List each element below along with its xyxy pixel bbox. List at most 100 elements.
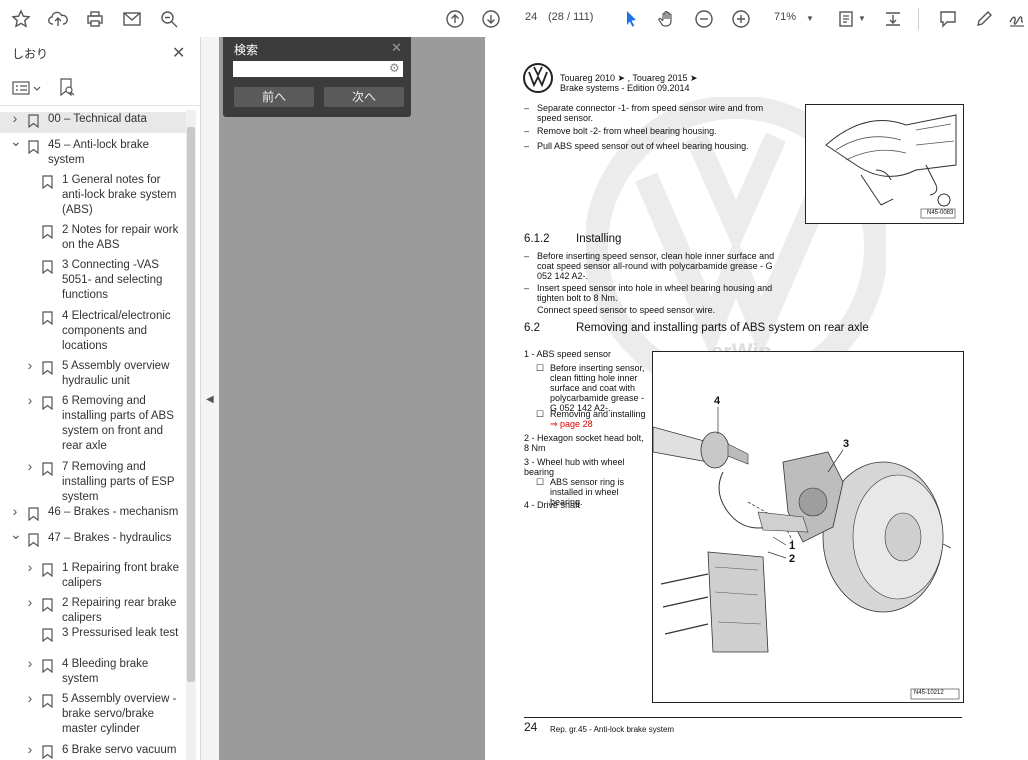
- chevron-right-icon[interactable]: ›: [25, 459, 35, 474]
- step-text: Separate connector -1- from speed sensor…: [537, 103, 764, 123]
- find-bookmark-icon[interactable]: [58, 78, 76, 103]
- step-text: Connect speed sensor to speed sensor wir…: [537, 305, 716, 315]
- figure-id: N45-10212: [914, 690, 944, 696]
- part-note: Before inserting sensor, clean fitting h…: [550, 363, 645, 413]
- chevron-right-icon[interactable]: ›: [10, 504, 20, 519]
- figure-id: N45-0083: [927, 210, 954, 216]
- zoom-level[interactable]: 71%: [774, 11, 796, 23]
- save-to-tray-icon[interactable]: [882, 8, 904, 30]
- bookmark-label: 2 Repairing rear brake calipers: [62, 597, 177, 624]
- page-display-icon[interactable]: [835, 8, 857, 30]
- upload-cloud-icon[interactable]: [47, 8, 69, 30]
- chevron-right-icon[interactable]: ›: [25, 742, 35, 757]
- bookmark-label: 7 Removing and installing parts of ESP s…: [62, 461, 175, 503]
- chevron-down-icon[interactable]: ⌄: [10, 134, 22, 149]
- section-title: Installing: [576, 233, 622, 245]
- zoom-out-icon[interactable]: [693, 8, 715, 30]
- bookmark-icon: [42, 175, 53, 194]
- previous-page-icon[interactable]: [444, 8, 466, 30]
- document-page: erWin Touareg 2010 ➤ , Touareg 2015 ➤ Br…: [486, 37, 1028, 760]
- step-text: Pull ABS speed sensor out of wheel beari…: [537, 141, 749, 151]
- doc-header-models: Touareg 2010 ➤ , Touareg 2015 ➤: [560, 73, 698, 83]
- bookmark-item[interactable]: › 6 Removing and installing parts of ABS …: [0, 393, 186, 460]
- select-cursor-icon[interactable]: [620, 8, 642, 30]
- star-icon[interactable]: [10, 8, 32, 30]
- page-number-field[interactable]: 24: [525, 11, 537, 23]
- signature-icon[interactable]: [1006, 8, 1028, 30]
- toolbar-divider: [918, 8, 919, 30]
- bookmark-icon: [42, 628, 53, 647]
- previous-result-button[interactable]: 前へ: [234, 87, 314, 107]
- vw-logo-icon: [523, 63, 553, 93]
- bookmark-item[interactable]: 3 Connecting -VAS 5051- and selecting fu…: [0, 258, 186, 309]
- bookmark-item[interactable]: › 00 – Technical data: [0, 111, 186, 133]
- chevron-right-icon[interactable]: ›: [25, 656, 35, 671]
- chevron-down-icon[interactable]: ▼: [806, 14, 814, 23]
- bookmark-icon: [42, 598, 53, 617]
- chevron-right-icon[interactable]: ›: [25, 358, 35, 373]
- gear-icon[interactable]: ⚙: [389, 61, 400, 75]
- bookmark-item[interactable]: 1 General notes for anti-lock brake syst…: [0, 173, 186, 224]
- page-count: (28 / 111): [548, 11, 594, 23]
- footer-page-number: 24: [524, 720, 538, 734]
- search-panel: 検索 ✕ ⚙ 前へ 次へ: [223, 37, 411, 117]
- close-icon[interactable]: ✕: [172, 43, 185, 63]
- bookmark-item[interactable]: › 5 Assembly overview hydraulic unit: [0, 358, 186, 395]
- next-result-button[interactable]: 次へ: [324, 87, 404, 107]
- bookmark-icon: [42, 462, 53, 481]
- part-item: 3 - Wheel hub with wheel bearing: [524, 457, 625, 477]
- chevron-left-icon[interactable]: ◀: [206, 394, 214, 405]
- bookmark-icon: [28, 533, 39, 552]
- section-number: 6.1.2: [524, 233, 550, 245]
- bookmark-label: 00 – Technical data: [48, 113, 147, 125]
- bookmark-item[interactable]: › 46 – Brakes - mechanism: [0, 504, 186, 526]
- chevron-right-icon[interactable]: ›: [25, 595, 35, 610]
- zoom-search-icon[interactable]: [158, 8, 180, 30]
- page-link[interactable]: ⇒ page 28: [550, 419, 593, 429]
- bookmarks-title: しおり: [12, 47, 49, 61]
- bookmark-label: 3 Pressurised leak test: [62, 627, 179, 639]
- bookmark-item[interactable]: ⌄ 47 – Brakes - hydraulics: [0, 527, 186, 552]
- document-canvas: [219, 37, 485, 760]
- part-item: 2 - Hexagon socket head bolt, 8 Nm: [524, 433, 644, 453]
- callout-label: 4: [714, 395, 721, 407]
- close-icon[interactable]: ✕: [391, 40, 402, 56]
- bookmark-item[interactable]: › 4 Bleeding brake system: [0, 656, 186, 693]
- zoom-in-icon[interactable]: [730, 8, 752, 30]
- step-text: Remove bolt -2- from wheel bearing housi…: [537, 126, 717, 136]
- print-icon[interactable]: [84, 8, 106, 30]
- bookmark-item[interactable]: ⌄ 45 – Anti-lock brake system: [0, 134, 186, 174]
- bookmark-item[interactable]: › 1 Repairing front brake calipers: [0, 560, 186, 597]
- bookmark-label: 47 – Brakes - hydraulics: [48, 532, 172, 544]
- email-icon[interactable]: [121, 8, 143, 30]
- chevron-down-icon[interactable]: ▼: [858, 14, 866, 23]
- step-text: Insert speed sensor into hole in wheel b…: [537, 283, 773, 303]
- hand-tool-icon[interactable]: [656, 8, 678, 30]
- search-input[interactable]: [233, 61, 403, 77]
- scrollbar-thumb[interactable]: [187, 127, 195, 682]
- options-menu-icon[interactable]: [12, 80, 42, 101]
- bookmark-label: 4 Electrical/electronic components and l…: [62, 310, 171, 352]
- bookmarks-tools: [0, 71, 200, 106]
- chevron-right-icon[interactable]: ›: [25, 393, 35, 408]
- pen-icon[interactable]: [973, 8, 995, 30]
- chevron-down-icon[interactable]: ⌄: [10, 527, 22, 542]
- bookmark-icon: [42, 225, 53, 244]
- bookmark-item[interactable]: › 6 Brake servo vacuum: [0, 742, 186, 760]
- bookmark-item[interactable]: › 5 Assembly overview - brake servo/brake…: [0, 691, 186, 743]
- next-page-icon[interactable]: [480, 8, 502, 30]
- chevron-right-icon[interactable]: ›: [10, 111, 20, 126]
- bookmark-item[interactable]: 2 Notes for repair work on the ABS: [0, 223, 186, 259]
- bookmark-icon: [42, 659, 53, 678]
- bookmark-icon: [42, 694, 53, 713]
- chevron-right-icon[interactable]: ›: [25, 691, 35, 706]
- footer-text: Rep. gr.45 - Anti-lock brake system: [550, 725, 675, 734]
- panel-collapse-handle[interactable]: ◀: [201, 37, 219, 760]
- bookmark-item[interactable]: 3 Pressurised leak test: [0, 626, 186, 647]
- bookmark-item[interactable]: 4 Electrical/electronic components and l…: [0, 309, 186, 360]
- chevron-right-icon[interactable]: ›: [25, 560, 35, 575]
- bookmark-item[interactable]: › 7 Removing and installing parts of ESP …: [0, 459, 186, 511]
- doc-header-edition: Brake systems - Edition 09.2014: [560, 83, 690, 93]
- callout-label: 1: [789, 540, 796, 552]
- comment-icon[interactable]: [937, 8, 959, 30]
